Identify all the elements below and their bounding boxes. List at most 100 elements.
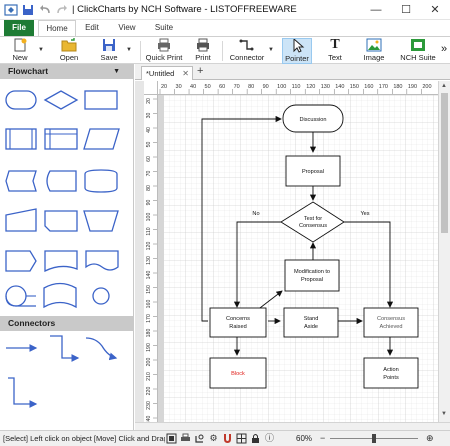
ruler-tick-label: 90 [146,200,152,206]
label-consensus-line1: Consensus [377,316,405,322]
tab-edit[interactable]: Edit [80,20,104,36]
connector-elbow[interactable] [50,335,80,362]
connectors-panel-header[interactable]: Connectors [0,316,134,331]
gear-icon[interactable]: ⚙ [208,433,219,444]
window-title: | ClickCharts by NCH Software - LISTOFFR… [72,4,297,15]
image-button[interactable]: Image [360,38,388,64]
connector-curved[interactable] [85,337,118,361]
ruler-tick-label: 110 [292,84,301,90]
ruler-tick-label: 70 [234,84,240,90]
canvas-area[interactable]: Discussion Proposal Test for Consensus N… [158,95,438,422]
ruler-tick-label: 150 [350,84,359,90]
shape-off-page-connector[interactable] [5,250,37,272]
magnet-icon[interactable] [222,433,233,444]
tab-suite[interactable]: Suite [150,20,178,36]
undo-history-icon[interactable] [194,433,205,444]
print-button[interactable]: Print [190,38,216,64]
new-dropdown-arrow[interactable]: ▼ [38,47,44,53]
shape-card[interactable] [44,210,78,232]
new-button[interactable]: New [6,38,34,64]
node-consensus-achieved[interactable] [363,307,419,338]
ruler-tick-label: 200 [422,84,431,90]
lock-icon[interactable] [250,433,261,444]
status-hint-text: [Select] Left click on object [Move] Cli… [3,434,165,443]
new-tab-button[interactable]: + [197,65,203,77]
save-button[interactable]: Save [96,38,122,64]
zoom-in-button[interactable]: ⊕ [426,433,434,444]
connector-elbow-vertical[interactable] [8,377,38,408]
print-preview-icon[interactable] [180,433,191,444]
close-button[interactable]: ✕ [421,0,449,20]
ruler-tick-label: 190 [146,343,152,352]
horizontal-scroll-area[interactable] [135,422,450,430]
ruler-tick-label: 140 [146,271,152,280]
node-action-points[interactable] [363,357,419,389]
shape-display[interactable] [5,170,37,192]
snap-to-grid-icon[interactable] [236,433,247,444]
ruler-tick-label: 210 [146,372,152,381]
scroll-down-icon[interactable]: ▼ [441,411,447,417]
ruler-tick-label: 40 [146,127,152,133]
document-tab-strip: *Untitled ✕ + [135,64,450,80]
close-tab-icon[interactable]: ✕ [182,67,189,80]
shape-manual-operation[interactable] [83,210,119,232]
printer-icon [195,38,211,52]
shape-punched-tape[interactable] [43,282,77,309]
open-button[interactable]: Open [56,38,82,64]
label-discussion: Discussion [299,117,326,123]
ribbon-overflow-button[interactable]: » [438,38,450,64]
vertical-scrollbar[interactable]: ▲ ▼ [438,81,450,422]
minimize-button[interactable]: — [362,0,390,20]
shape-decision[interactable] [43,90,79,110]
shape-terminator[interactable] [5,90,37,110]
label-no: No [252,211,259,217]
image-icon [366,38,382,52]
tab-view[interactable]: View [114,20,140,36]
shape-manual-input[interactable] [5,208,37,232]
maximize-button[interactable]: ☐ [392,0,420,20]
zoom-slider-handle[interactable] [372,434,376,443]
fit-page-icon[interactable] [166,433,177,444]
tab-home[interactable]: Home [38,20,76,37]
node-modification[interactable] [284,259,340,292]
label-test-line2: Consensus [299,223,327,229]
tab-untitled-document[interactable]: *Untitled ✕ [141,66,193,80]
shape-data[interactable] [83,128,120,150]
pointer-button[interactable]: Pointer [282,37,312,64]
ruler-tick-label: 30 [146,113,152,119]
label-modification-line2: Proposal [301,277,323,283]
tab-file[interactable]: File [4,20,34,36]
shape-stored-data[interactable] [46,170,77,192]
ribbon-toolbar: New ▼ Open Save ▼ Quick Print Print Conn… [0,36,450,64]
shape-document[interactable] [44,250,78,273]
node-stand-aside[interactable] [283,307,339,338]
shape-database[interactable] [84,169,118,193]
shape-multi-document[interactable] [85,250,119,271]
label-concerns-line2: Raised [229,324,246,330]
zoom-out-button[interactable]: − [320,433,325,443]
quick-save-icon[interactable] [21,3,35,17]
ruler-tick-label: 70 [146,171,152,177]
shape-small-circle[interactable] [92,287,110,305]
info-icon[interactable]: ⓘ [264,433,275,444]
text-button[interactable]: T Text [322,38,348,64]
chevron-down-icon: ▼ [113,68,120,75]
label-action-line2: Points [383,375,399,381]
shape-process[interactable] [84,90,118,110]
ruler-tick-label: 20 [146,98,152,104]
node-concerns-raised[interactable] [209,307,267,338]
save-dropdown-arrow[interactable]: ▼ [126,47,132,53]
scroll-up-icon[interactable]: ▲ [441,83,447,89]
ruler-tick-label: 100 [277,84,286,90]
connector-dropdown-arrow[interactable]: ▼ [268,47,274,53]
nch-suite-button[interactable]: NCH Suite [400,38,436,64]
flowchart-panel-header[interactable]: Flowchart ▼ [0,64,134,79]
zoom-level: 60% [296,434,313,443]
quick-print-button[interactable]: Quick Print [144,38,184,64]
vertical-scroll-thumb[interactable] [441,93,448,233]
connector-button[interactable]: Connector [228,38,266,64]
connector-shapes-grid [6,335,118,408]
redo-icon[interactable] [55,3,69,17]
undo-icon[interactable] [38,3,52,17]
diagram-canvas[interactable]: Discussion Proposal Test for Consensus N… [158,95,438,422]
